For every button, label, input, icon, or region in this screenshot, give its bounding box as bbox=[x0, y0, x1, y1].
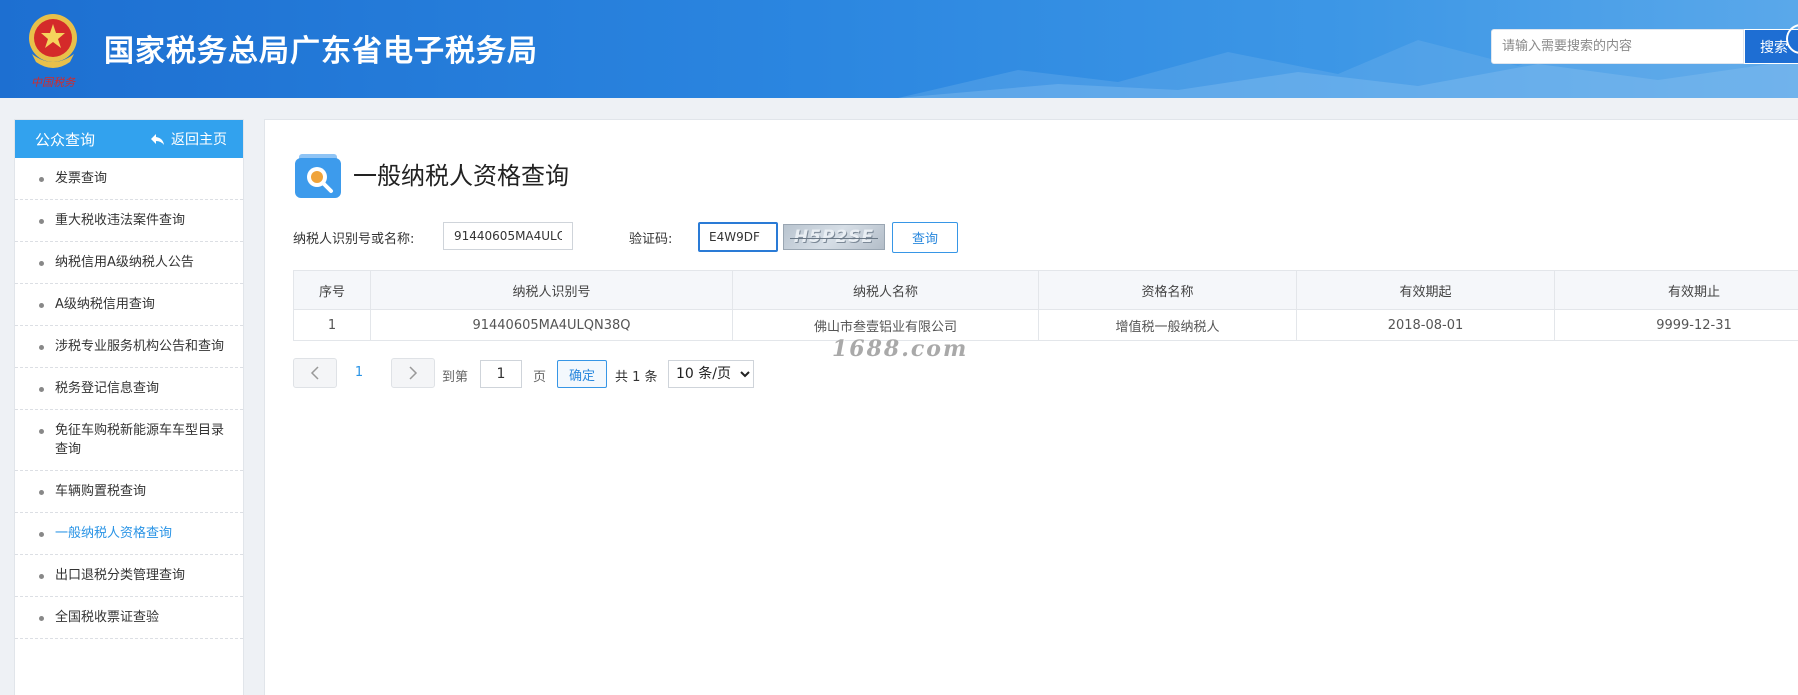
search-document-icon bbox=[295, 154, 341, 198]
table-header-row: 序号 纳税人识别号 纳税人名称 资格名称 有效期起 有效期止 bbox=[293, 270, 1798, 310]
table-cell: 91440605MA4ULQN38Q bbox=[370, 309, 733, 341]
sidebar-item-new-energy-vehicle[interactable]: 免征车购税新能源车车型目录查询 bbox=[15, 410, 243, 471]
sidebar-item-label: 纳税信用A级纳税人公告 bbox=[55, 255, 194, 270]
sidebar-item-tax-registration[interactable]: 税务登记信息查询 bbox=[15, 368, 243, 410]
table-cell: 增值税一般纳税人 bbox=[1038, 309, 1297, 341]
goto-page-input[interactable] bbox=[480, 360, 522, 388]
sidebar-item-label: 税务登记信息查询 bbox=[55, 381, 160, 396]
sidebar-item-tax-receipt-verify[interactable]: 全国税收票证查验 bbox=[15, 597, 243, 639]
sidebar-title: 公众查询 bbox=[35, 130, 96, 149]
watermark-text: 1688.com bbox=[832, 336, 969, 362]
site-title: 国家税务总局广东省电子税务局 bbox=[104, 34, 538, 69]
bullet-icon bbox=[39, 490, 44, 495]
bullet-icon bbox=[39, 387, 44, 392]
sidebar-item-label: 出口退税分类管理查询 bbox=[55, 568, 186, 583]
sidebar-item-label: 涉税专业服务机构公告和查询 bbox=[55, 339, 225, 354]
column-header-taxpayer-id: 纳税人识别号 bbox=[370, 270, 733, 310]
chevron-left-icon bbox=[310, 366, 319, 380]
sidebar-item-label: 免征车购税新能源车车型目录查询 bbox=[55, 423, 225, 457]
sidebar-item-label: 全国税收票证查验 bbox=[55, 610, 160, 625]
bullet-icon bbox=[39, 574, 44, 579]
total-count: 共 1 条 bbox=[615, 370, 658, 385]
column-header-valid-from: 有效期起 bbox=[1296, 270, 1555, 310]
result-table: 序号 纳税人识别号 纳税人名称 资格名称 有效期起 有效期止 1 9144060… bbox=[293, 270, 1798, 341]
bullet-icon bbox=[39, 303, 44, 308]
sidebar-item-label: 车辆购置税查询 bbox=[55, 484, 147, 499]
table-row: 1 91440605MA4ULQN38Q 佛山市叁壹铝业有限公司 增值税一般纳税… bbox=[293, 309, 1798, 341]
captcha-text: H5P2SE bbox=[793, 227, 875, 247]
search-input[interactable] bbox=[1491, 29, 1744, 64]
sidebar-item-a-credit-notice[interactable]: 纳税信用A级纳税人公告 bbox=[15, 242, 243, 284]
site-header: 中国税务 国家税务总局广东省电子税务局 搜索 bbox=[0, 0, 1798, 98]
sidebar-item-label: 发票查询 bbox=[55, 171, 108, 186]
query-button[interactable]: 查询 bbox=[892, 222, 958, 253]
tax-emblem-icon: 中国税务 bbox=[29, 14, 77, 89]
back-home-label: 返回主页 bbox=[171, 132, 227, 148]
table-cell: 9999-12-31 bbox=[1554, 309, 1798, 341]
sidebar-item-general-taxpayer[interactable]: 一般纳税人资格查询 bbox=[15, 513, 243, 555]
bullet-icon bbox=[39, 345, 44, 350]
goto-label: 到第 bbox=[442, 370, 469, 385]
captcha-noise-line bbox=[790, 238, 878, 239]
back-arrow-icon bbox=[151, 133, 164, 145]
column-header-index: 序号 bbox=[293, 270, 371, 310]
goto-confirm-button[interactable]: 确定 bbox=[557, 360, 607, 388]
svg-text:中国税务: 中国税务 bbox=[31, 76, 76, 89]
back-home-link[interactable]: 返回主页 bbox=[150, 129, 227, 149]
sidebar-item-label: 一般纳税人资格查询 bbox=[55, 526, 173, 541]
table-cell: 2018-08-01 bbox=[1296, 309, 1555, 341]
table-cell: 1 bbox=[293, 309, 371, 341]
bullet-icon bbox=[39, 429, 44, 434]
bullet-icon bbox=[39, 616, 44, 621]
captcha-input[interactable] bbox=[698, 222, 778, 252]
bullet-icon bbox=[39, 219, 44, 224]
sidebar-item-export-refund[interactable]: 出口退税分类管理查询 bbox=[15, 555, 243, 597]
sidebar-item-a-credit-query[interactable]: A级纳税信用查询 bbox=[15, 284, 243, 326]
page-unit-label: 页 bbox=[533, 370, 547, 385]
page-number-current[interactable]: 1 bbox=[349, 365, 369, 380]
sidebar-item-label: A级纳税信用查询 bbox=[55, 297, 155, 312]
taxpayer-id-input[interactable] bbox=[443, 222, 573, 250]
sidebar-item-invoice-query[interactable]: 发票查询 bbox=[15, 158, 243, 200]
bullet-icon bbox=[39, 177, 44, 182]
sidebar-item-major-violation[interactable]: 重大税收违法案件查询 bbox=[15, 200, 243, 242]
bullet-icon bbox=[39, 261, 44, 266]
sidebar-item-vehicle-purchase-tax[interactable]: 车辆购置税查询 bbox=[15, 471, 243, 513]
column-header-taxpayer-name: 纳税人名称 bbox=[732, 270, 1039, 310]
next-page-button[interactable] bbox=[391, 358, 435, 388]
sidebar: 公众查询 返回主页 发票查询 重大税收违法案件查询 纳税信用A级纳税人公告 A级… bbox=[14, 119, 244, 695]
sidebar-item-label: 重大税收违法案件查询 bbox=[55, 213, 186, 228]
column-header-qualification: 资格名称 bbox=[1038, 270, 1297, 310]
captcha-label: 验证码: bbox=[629, 232, 673, 247]
page-title: 一般纳税人资格查询 bbox=[353, 162, 569, 190]
page-size-select[interactable]: 10 条/页 bbox=[668, 360, 754, 388]
main-panel: 一般纳税人资格查询 纳税人识别号或名称: 验证码: H5P2SE 查询 序号 纳… bbox=[264, 119, 1798, 695]
captcha-image[interactable]: H5P2SE bbox=[783, 224, 885, 250]
taxpayer-id-label: 纳税人识别号或名称: bbox=[293, 232, 415, 247]
chevron-right-icon bbox=[409, 366, 418, 380]
bullet-icon bbox=[39, 532, 44, 537]
sidebar-header: 公众查询 返回主页 bbox=[15, 120, 243, 158]
column-header-valid-to: 有效期止 bbox=[1554, 270, 1798, 310]
sidebar-item-tax-agency[interactable]: 涉税专业服务机构公告和查询 bbox=[15, 326, 243, 368]
prev-page-button[interactable] bbox=[293, 358, 337, 388]
sidebar-menu: 发票查询 重大税收违法案件查询 纳税信用A级纳税人公告 A级纳税信用查询 涉税专… bbox=[15, 158, 243, 639]
